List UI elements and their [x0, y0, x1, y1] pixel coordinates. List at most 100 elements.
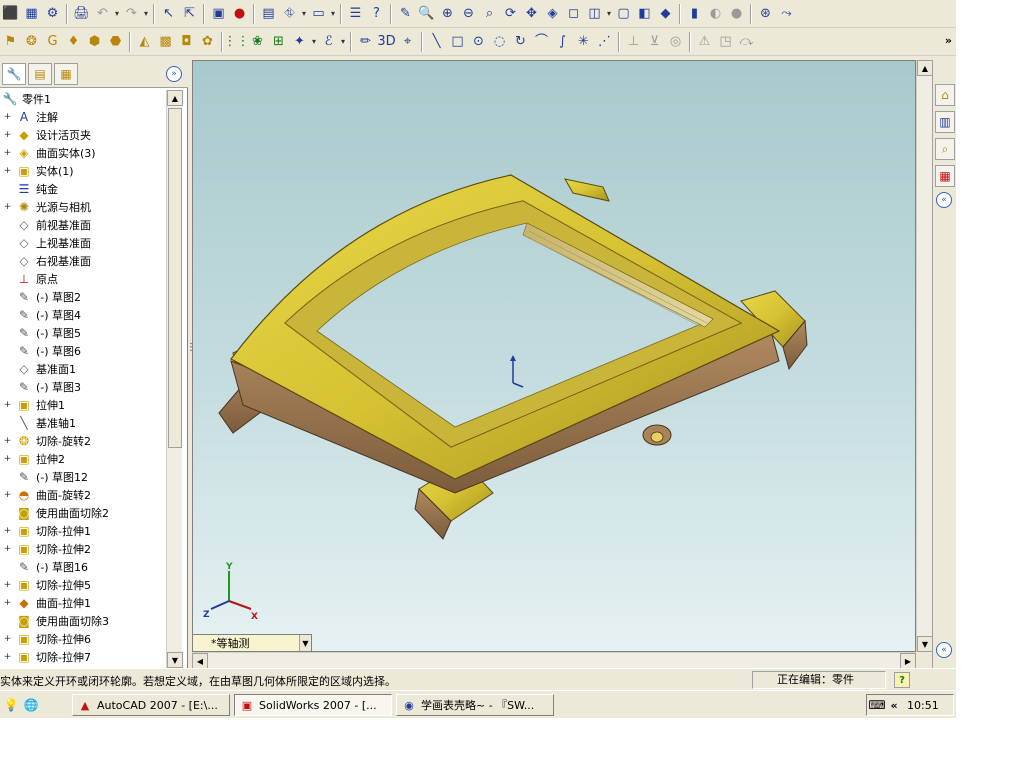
tree-expand-icon[interactable]: + — [3, 544, 12, 554]
viewport-scroll-right-button[interactable]: ▶ — [900, 653, 916, 669]
tree-expand-icon[interactable]: + — [3, 490, 12, 500]
zoom-inout-icon[interactable]: ⊖ — [459, 4, 478, 24]
line-icon[interactable]: ╲ — [427, 32, 446, 52]
library-icon[interactable]: ▥ — [935, 111, 955, 133]
search-files-icon[interactable]: ⌕ — [935, 138, 955, 160]
help-icon[interactable]: ? — [367, 4, 386, 24]
arc-icon[interactable]: ◌ — [490, 32, 509, 52]
sketch-3d-icon[interactable]: 3D — [377, 32, 396, 52]
home-icon[interactable]: ⌂ — [935, 84, 955, 106]
tree-expand-icon[interactable]: + — [3, 148, 12, 158]
config-manager-tab[interactable]: ▦ — [54, 62, 78, 85]
tree-scroll-down-button[interactable]: ▼ — [167, 652, 183, 668]
relation-icon[interactable]: ⊥ — [624, 32, 643, 52]
sweep-icon[interactable]: G — [43, 32, 62, 52]
tray-expand-button[interactable]: « — [887, 699, 901, 712]
tree-item[interactable]: ✎ (-) 草图3 — [0, 378, 166, 396]
window-icon[interactable]: ▭ — [309, 4, 328, 24]
tile-icon[interactable]: ⛗ — [280, 4, 299, 24]
keyboard-icon[interactable]: ⌨ — [867, 698, 887, 712]
tree-expand-icon[interactable]: + — [3, 400, 12, 410]
rectangle-icon[interactable]: □ — [448, 32, 467, 52]
panel-collapse-button[interactable]: » — [166, 66, 182, 82]
wireframe-icon[interactable]: ◻ — [564, 4, 583, 24]
smart-dim-icon[interactable]: ⌖ — [398, 32, 417, 52]
tree-item[interactable]: ☰ 纯金 — [0, 180, 166, 198]
tree-item[interactable]: + A 注解 — [0, 108, 166, 126]
tree-scroll-thumb[interactable] — [168, 108, 182, 448]
tree-scrollbar[interactable]: ▲ ▼ — [166, 90, 183, 668]
help-icon[interactable]: ? — [894, 672, 910, 688]
dropdown-arrow-icon[interactable]: ▾ — [329, 9, 337, 18]
taskpane-collapse-top-button[interactable]: « — [936, 192, 952, 208]
traffic-light-icon[interactable]: ● — [230, 4, 249, 24]
tree-scroll-up-button[interactable]: ▲ — [167, 90, 183, 106]
taskbar-button[interactable]: ◉ 学画表壳略~ - 『SW... — [396, 694, 554, 716]
spline-icon[interactable]: ∫ — [553, 32, 572, 52]
dims-icon[interactable]: ⊛ — [756, 4, 775, 24]
zoom-fit-icon[interactable]: 🔍 — [417, 4, 436, 24]
tree-expand-icon[interactable]: + — [3, 112, 12, 122]
properties-icon[interactable]: ⬛ — [1, 4, 20, 24]
revolve-boss-icon[interactable]: ❂ — [22, 32, 41, 52]
list-icon[interactable]: ☰ — [346, 4, 365, 24]
tree-expand-icon[interactable]: + — [3, 436, 12, 446]
fillet-icon[interactable]: ◭ — [135, 32, 154, 52]
tree-item[interactable]: + ▣ 切除-拉伸1 — [0, 522, 166, 540]
hole-icon[interactable]: ⊞ — [269, 32, 288, 52]
tree-item[interactable]: ✎ (-) 草图2 — [0, 288, 166, 306]
grid-icon[interactable]: ▦ — [22, 4, 41, 24]
realview-icon[interactable]: ● — [727, 4, 746, 24]
tree-expand-icon[interactable]: + — [3, 130, 12, 140]
shaded-edges-icon[interactable]: ◧ — [635, 4, 654, 24]
tree-item[interactable]: + ◓ 曲面-旋转2 — [0, 486, 166, 504]
dropdown-arrow-icon[interactable]: ▾ — [339, 37, 347, 46]
pan-icon[interactable]: ✥ — [522, 4, 541, 24]
viewport-scroll-up-button[interactable]: ▲ — [917, 60, 933, 76]
tree-item[interactable]: ✎ (-) 草图6 — [0, 342, 166, 360]
three-point-arc-icon[interactable]: ⌒ — [532, 32, 551, 52]
hidden-removed-icon[interactable]: ▢ — [614, 4, 633, 24]
viewport-vertical-scrollbar[interactable]: ▲ ▼ — [916, 60, 933, 652]
tree-item[interactable]: ✎ (-) 草图4 — [0, 306, 166, 324]
move-icon[interactable]: ⤼ — [737, 32, 756, 52]
property-manager-tab[interactable]: ▤ — [28, 62, 52, 85]
watch-case-model[interactable] — [193, 61, 916, 652]
undo-icon[interactable]: ↶ — [93, 4, 112, 24]
tree-item[interactable]: + ❂ 切除-旋转2 — [0, 432, 166, 450]
offset-icon[interactable]: ◎ — [666, 32, 685, 52]
dropdown-arrow-icon[interactable]: ▾ — [113, 9, 121, 18]
point-icon[interactable]: ✳ — [574, 32, 593, 52]
tree-item[interactable]: ╲ 基准轴1 — [0, 414, 166, 432]
sketch-pencil-icon[interactable]: ✎ — [396, 4, 415, 24]
tree-item[interactable]: + ▣ 拉伸2 — [0, 450, 166, 468]
tree-item[interactable]: ◇ 基准面1 — [0, 360, 166, 378]
shadow-icon[interactable]: ▮ — [685, 4, 704, 24]
tree-item[interactable]: + ▣ 切除-拉伸2 — [0, 540, 166, 558]
tangent-arc-icon[interactable]: ↻ — [511, 32, 530, 52]
sketch-icon[interactable]: ✏ — [356, 32, 375, 52]
pattern-icon[interactable]: ⋮⋮ — [224, 32, 250, 52]
dropdown-arrow-icon[interactable]: ▾ — [300, 9, 308, 18]
toolbar-more-button[interactable]: » — [945, 34, 952, 47]
taskbar-button[interactable]: ▣ SolidWorks 2007 - [... — [234, 694, 392, 716]
tree-item[interactable]: ◇ 上视基准面 — [0, 234, 166, 252]
extrude-cut-icon[interactable]: ⬢ — [85, 32, 104, 52]
tree-item[interactable]: + ▣ 实体(1) — [0, 162, 166, 180]
clock[interactable]: 10:51 — [901, 699, 939, 712]
tree-item[interactable]: + ▣ 切除-拉伸6 — [0, 630, 166, 648]
ref-geometry-icon[interactable]: ✦ — [290, 32, 309, 52]
rib-icon[interactable]: ✿ — [198, 32, 217, 52]
tree-item[interactable]: + ▣ 切除-拉伸7 — [0, 648, 166, 666]
tree-item[interactable]: ◇ 右视基准面 — [0, 252, 166, 270]
shell-icon[interactable]: ◘ — [177, 32, 196, 52]
view-combo-dropdown-icon[interactable]: ▼ — [299, 635, 311, 651]
trim-icon[interactable]: ⊻ — [645, 32, 664, 52]
feature-manager-tab[interactable]: 🔧 — [2, 62, 26, 85]
tree-expand-icon[interactable]: + — [3, 166, 12, 176]
dropdown-arrow-icon[interactable]: ▾ — [142, 9, 150, 18]
quick-launch-bulb-icon[interactable]: 💡 — [2, 696, 20, 714]
tree-expand-icon[interactable]: + — [3, 580, 12, 590]
tree-item[interactable]: + ▣ 切除-拉伸5 — [0, 576, 166, 594]
tree-item[interactable]: + ✺ 光源与相机 — [0, 198, 166, 216]
